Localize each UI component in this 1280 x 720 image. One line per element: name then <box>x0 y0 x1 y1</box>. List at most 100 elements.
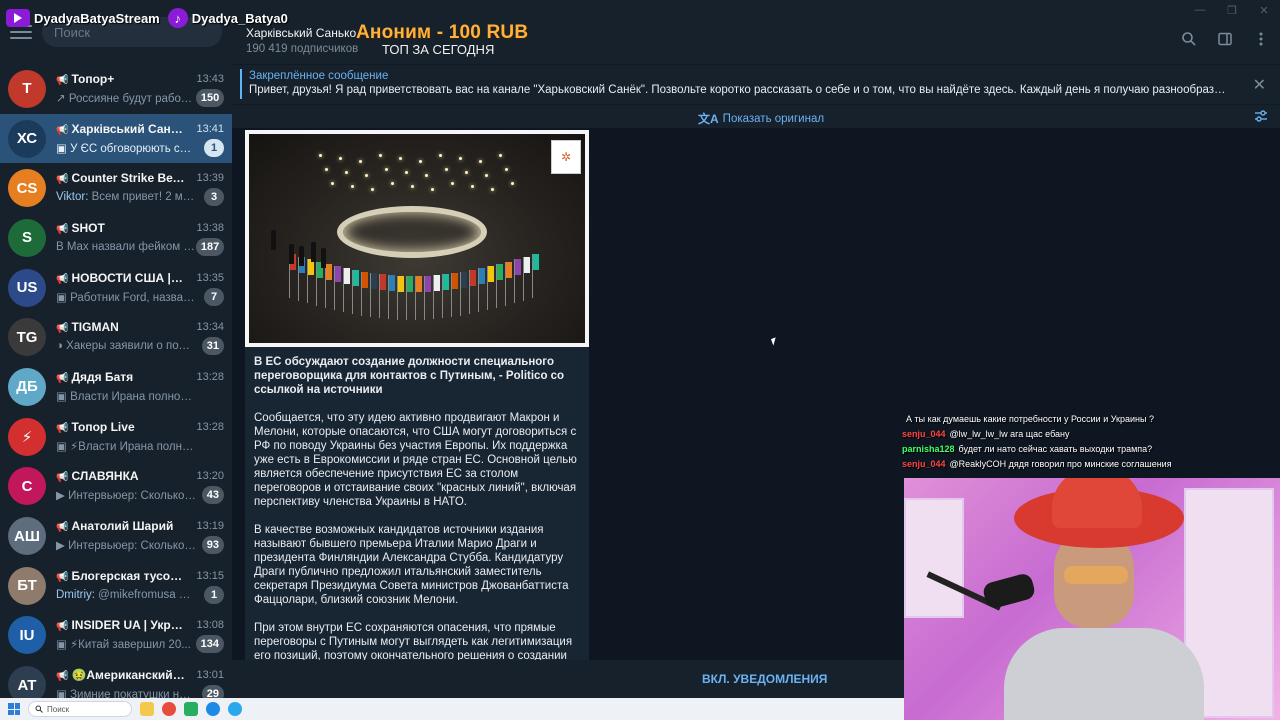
pinned-title: Закреплённое сообщение <box>249 70 389 82</box>
chat-row: ▶ Интервьюер: Сколько ... 93 <box>56 535 224 555</box>
enable-notifications-button[interactable]: ВКЛ. УВЕДОМЛЕНИЯ <box>702 672 827 686</box>
stream-overlay: DyadyaBatyaStream ♪ Dyadya_Batya0 <box>6 8 288 28</box>
flag <box>353 270 359 286</box>
chat-list-item[interactable]: ⚡ 📢 Топор Live 13:28 ▣ ⚡Власти Ирана полн… <box>0 412 232 462</box>
chat-row: 📢НОВОСТИ США | АМЕ... 13:35 <box>56 269 224 287</box>
app-icon[interactable] <box>184 702 198 716</box>
flag <box>434 275 440 291</box>
channel-icon: 📢 <box>56 621 69 633</box>
avatar-initials: IU <box>19 626 35 644</box>
flag <box>533 254 539 270</box>
chat-list-item[interactable]: ХС 📢 Харківський Санько 13:41 ▣ У ЄС обго… <box>0 113 232 164</box>
chat-preview-text: Интервьюер: Сколько ... <box>68 540 196 553</box>
chat-header[interactable]: Харківський Санько 190 419 подписчиков А… <box>232 0 1280 64</box>
chat-list-item[interactable]: БТ 📢 Блогерская тусовка 13:15 Dmitriy: @m… <box>0 561 232 611</box>
chat-preview-text: ⚡Китай завершил 20... <box>70 639 191 652</box>
avatar-initials: АШ <box>14 527 40 545</box>
avatar: ⚡ <box>8 417 46 456</box>
telegram-icon[interactable] <box>228 702 242 716</box>
chat-row: ▣ ⚡Власти Ирана полностью... <box>56 436 224 456</box>
ceiling-light <box>399 157 402 160</box>
unread-badge: 93 <box>201 536 224 555</box>
chat-preview-prefix: ▶ <box>56 490 65 503</box>
windows-start-icon[interactable] <box>8 703 20 715</box>
chat-name: 📢🤢Американский тре... <box>56 668 186 682</box>
channel-icon: 📢 <box>56 671 69 683</box>
chat-list-item[interactable]: TG 📢 TIGMAN 13:34 ◑ Хакеры заявили о полн… <box>0 312 232 362</box>
taskbar-search-placeholder: Поиск <box>47 704 70 714</box>
taskbar-search[interactable]: Поиск <box>28 701 132 717</box>
ceiling-light <box>319 154 322 157</box>
chat-time: 13:39 <box>196 172 224 185</box>
unread-badge: 31 <box>201 337 224 356</box>
chat-name: 📢INSIDER UA | Україна ... <box>56 618 186 632</box>
file-explorer-icon[interactable] <box>140 702 154 716</box>
show-original-button[interactable]: 文A Показать оригинал <box>698 110 824 127</box>
pinned-message[interactable]: Закреплённое сообщение Привет, друзья! Я… <box>232 64 1280 104</box>
chat-row: 📢 Блогерская тусовка 13:15 <box>56 567 224 585</box>
chat-body: 📢INSIDER UA | Україна ... 13:08 ▣ ⚡Китай… <box>56 616 224 654</box>
post-paragraph: В качестве возможных кандидатов источник… <box>254 524 569 606</box>
ceiling-light <box>379 154 382 157</box>
channel-post[interactable]: ✲ В ЕС обсуждают создание должности спец… <box>245 130 589 660</box>
flag <box>335 266 341 282</box>
stream-chat-message: parnisha128 будет ли нато сейчас хавать в… <box>902 442 1280 457</box>
sidebar-toggle-icon[interactable] <box>1216 30 1234 48</box>
flag <box>506 262 512 278</box>
avatar-initials: С <box>21 477 33 495</box>
chat-preview-prefix: ▣ <box>56 689 67 698</box>
chat-preview-text: Работник Ford, назвавш... <box>70 291 196 304</box>
chat-list-item[interactable]: US 📢НОВОСТИ США | АМЕ... 13:35 ▣ Работни… <box>0 263 232 313</box>
flag <box>515 259 521 275</box>
chat-list-item[interactable]: АШ 📢 Анатолий Шарий 13:19 ▶ Интервьюер: С… <box>0 511 232 561</box>
subscriber-count: 190 419 подписчиков <box>246 43 359 55</box>
channel-icon: 📢 <box>56 372 69 384</box>
chat-list-item[interactable]: IU 📢INSIDER UA | Україна ... 13:08 ▣ ⚡Ки… <box>0 611 232 661</box>
post-image[interactable]: ✲ <box>245 130 589 347</box>
unread-badge: 1 <box>204 585 224 604</box>
chat-list-item[interactable]: T 📢 Топор+ 13:43 ↗ Россияне будут работат… <box>0 64 232 114</box>
chat-list-item[interactable]: ДБ 📢 Дядя Батя 13:28 ▣ Власти Ирана полно… <box>0 362 232 412</box>
sunglasses <box>1064 566 1128 584</box>
chat-sender: Dmitriy: <box>56 588 95 601</box>
chat-preview-text: Хакеры заявили о полн... <box>66 340 196 353</box>
flag <box>380 274 386 290</box>
chat-preview: ▣ Власти Ирана полностью ко... <box>56 389 196 403</box>
channel-icon: 📢 <box>56 472 69 484</box>
chat-name-text: Counter Strike Вечера... <box>71 171 186 186</box>
ceiling-light <box>391 182 394 185</box>
sidebar: Поиск T 📢 Топор+ 13:43 ↗ Россияне будут р… <box>0 0 232 698</box>
more-options-icon[interactable] <box>1252 30 1270 48</box>
maximize-icon[interactable]: ❐ <box>1216 0 1248 20</box>
bottom-bar: ВКЛ. УВЕДОМЛЕНИЯ <box>232 660 904 698</box>
channel-icon: 📢 <box>56 74 69 86</box>
search-icon[interactable] <box>1180 30 1198 48</box>
close-window-icon[interactable]: ✕ <box>1248 0 1280 20</box>
chat-list-item[interactable]: С 📢 СЛАВЯНКА 13:20 ▶ Интервьюер: Сколько … <box>0 462 232 512</box>
stream-chat-user: senju_044 <box>902 429 946 439</box>
chat-list-item[interactable]: AT 📢🤢Американский тре... 13:01 ▣ Зимние … <box>0 660 232 698</box>
minimize-icon[interactable]: — <box>1184 0 1216 20</box>
chrome-icon[interactable] <box>162 702 176 716</box>
microphone-icon <box>981 571 1037 611</box>
chat-list-item[interactable]: S 📢 SHOT 13:38 В Max назвали фейком ин...… <box>0 213 232 263</box>
avatar-initials: S <box>21 229 32 247</box>
chat-body: 📢 Блогерская тусовка 13:15 Dmitriy: @mike… <box>56 567 224 605</box>
flag <box>344 268 350 284</box>
unread-badge: 7 <box>204 287 224 306</box>
ceiling-light <box>411 185 414 188</box>
close-icon[interactable]: ✕ <box>1253 75 1266 95</box>
edge-icon[interactable] <box>206 702 220 716</box>
chat-body: 📢НОВОСТИ США | АМЕ... 13:35 ▣ Работник F… <box>56 269 224 307</box>
youtube-channel-name: DyadyaBatyaStream <box>34 10 160 26</box>
chat-row: ▣ Работник Ford, назвавш... 7 <box>56 287 224 307</box>
person-figure <box>311 242 316 262</box>
translate-settings-icon[interactable] <box>1254 109 1268 126</box>
chat-row: В Max назвали фейком ин... 187 <box>56 237 224 257</box>
chat-body: 📢 Топор Live 13:28 ▣ ⚡Власти Ирана полнос… <box>56 418 224 456</box>
ceiling-light <box>345 171 348 174</box>
avatar: IU <box>8 616 46 655</box>
channel-icon: 📢 <box>56 124 69 136</box>
chat-list-item[interactable]: CS 📢Counter Strike Вечера... 13:39 Vikto… <box>0 163 232 213</box>
person-figure <box>289 244 294 264</box>
